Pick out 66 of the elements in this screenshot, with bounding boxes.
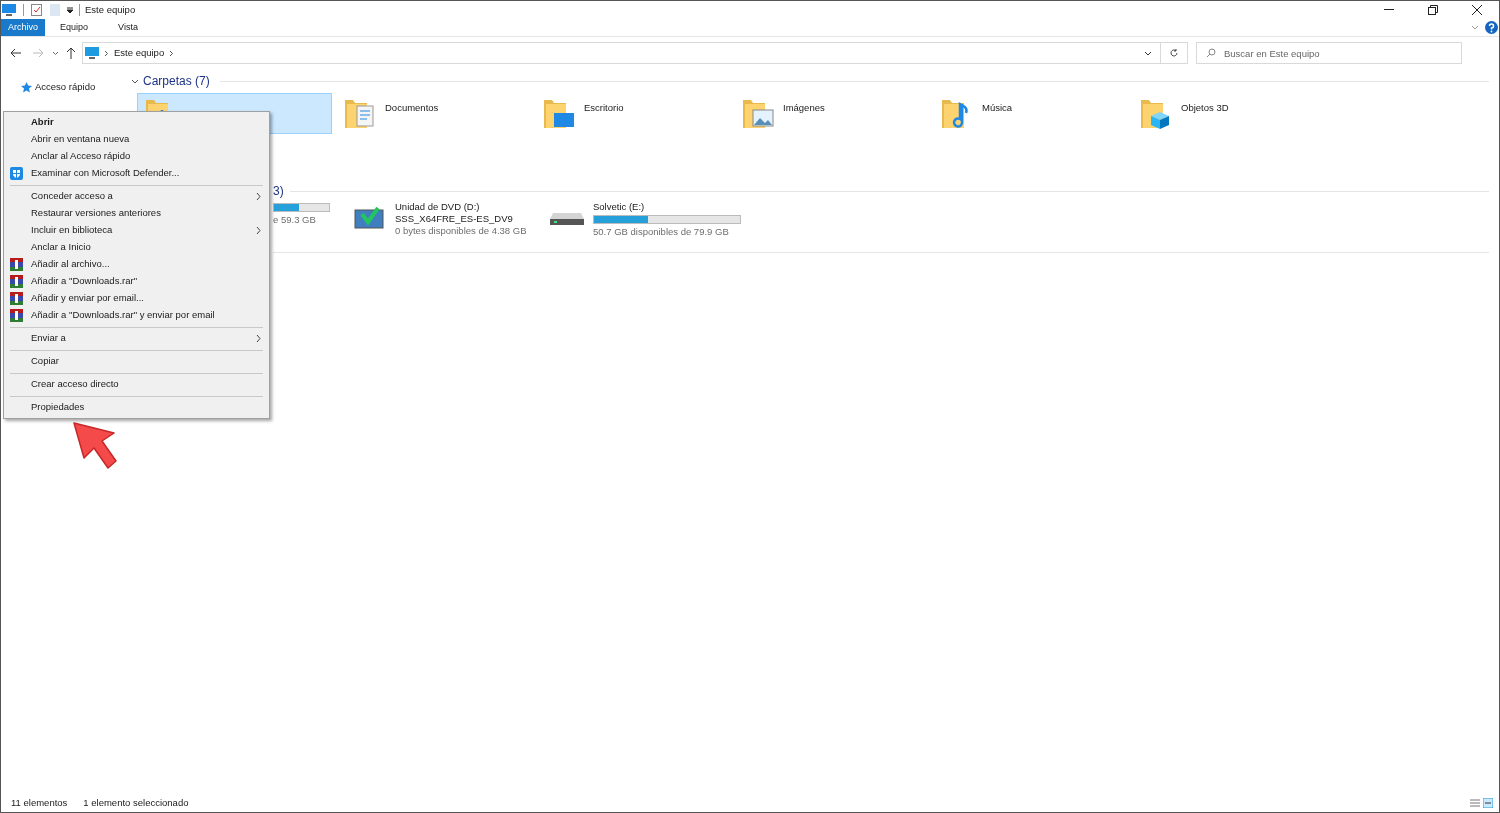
chevron-icon[interactable] (169, 49, 175, 57)
menu-item[interactable]: Anclar a Inicio (4, 239, 269, 256)
menu-item[interactable]: Examinar con Microsoft Defender... (4, 165, 269, 182)
sidebar-item[interactable]: Acceso rápido (1, 79, 131, 95)
help-icon[interactable] (1485, 21, 1498, 34)
menu-item[interactable]: Añadir y enviar por email... (4, 290, 269, 307)
menu-item[interactable]: Abrir (4, 114, 269, 131)
window-title: Este equipo (85, 2, 136, 17)
refresh-icon[interactable] (1169, 48, 1179, 58)
archive-books-icon (10, 292, 23, 305)
folder-tile[interactable]: Música (933, 93, 1128, 134)
computer-icon[interactable] (2, 4, 16, 16)
minimize-icon (1384, 9, 1394, 11)
menu-item[interactable]: Propiedades (4, 399, 269, 416)
computer-icon (85, 47, 99, 59)
search-field[interactable]: Buscar en Este equipo (1196, 42, 1462, 64)
restore-icon (1428, 5, 1438, 15)
drive-label: Solvetic (E:) (593, 201, 646, 213)
menu-item[interactable]: Añadir a "Downloads.rar" y enviar por email (4, 307, 269, 324)
back-arrow-icon[interactable] (10, 48, 22, 58)
archive-books-icon (10, 275, 23, 288)
menu-item[interactable]: Anclar al Acceso rápido (4, 148, 269, 165)
status-text: 11 elementos (11, 795, 68, 810)
drive-label: SSS_X64FRE_ES-ES_DV9 (395, 213, 514, 225)
ribbon-tab[interactable]: Equipo (45, 19, 104, 36)
recent-caret-icon[interactable] (52, 50, 59, 56)
folder-tile[interactable]: Documentos (336, 93, 531, 134)
capacity-text: 0 bytes disponibles de 4.38 GB (395, 225, 527, 237)
ribbon-tab[interactable]: Archivo (1, 19, 45, 36)
menu-item[interactable]: Conceder acceso a (4, 188, 269, 205)
star-icon (21, 81, 32, 93)
folder-tile[interactable]: Imágenes (734, 93, 929, 134)
ribbon-tab[interactable]: Vista (103, 19, 153, 36)
address-bar[interactable]: Este equipo (82, 42, 1188, 64)
menu-item[interactable]: Añadir a "Downloads.rar" (4, 273, 269, 290)
menu-item[interactable]: Copiar (4, 353, 269, 370)
folder-tile[interactable]: Escritorio (535, 93, 730, 134)
capacity-text: 50.7 GB disponibles de 79.9 GB (593, 226, 730, 238)
section-heading[interactable]: 3) (273, 182, 284, 200)
up-arrow-icon[interactable] (66, 47, 76, 59)
close-icon (1472, 5, 1482, 15)
tiles-view-icon[interactable] (1483, 798, 1493, 808)
collapse-caret-icon[interactable] (131, 78, 139, 84)
dropdown-caret-icon[interactable] (66, 6, 74, 14)
menu-item[interactable]: Añadir al archivo... (4, 256, 269, 273)
drive-label: Unidad de DVD (D:) (395, 201, 481, 213)
menu-item[interactable]: Crear acceso directo (4, 376, 269, 393)
archive-books-icon (10, 258, 23, 271)
archive-books-icon (10, 309, 23, 322)
dvd-drive-icon (354, 204, 384, 230)
status-text: 1 elemento seleccionado (83, 795, 189, 810)
properties-icon[interactable] (31, 4, 42, 16)
menu-item[interactable]: Incluir en biblioteca (4, 222, 269, 239)
folder-tile[interactable]: Objetos 3D (1132, 93, 1327, 134)
menu-item[interactable]: Abrir en ventana nueva (4, 131, 269, 148)
shield-icon (10, 167, 23, 180)
section-heading[interactable]: Carpetas (7) (143, 72, 210, 90)
pointer-arrow-drawing (71, 420, 119, 472)
breadcrumb[interactable]: Este equipo (114, 45, 165, 61)
menu-item[interactable]: Enviar a (4, 330, 269, 347)
search-icon (1206, 48, 1216, 58)
chevron-icon[interactable] (104, 49, 109, 57)
capacity-text: e 59.3 GB (273, 214, 317, 226)
menu-item[interactable]: Restaurar versiones anteriores (4, 205, 269, 222)
expand-ribbon-icon[interactable] (1471, 24, 1479, 31)
history-caret-icon[interactable] (1144, 50, 1152, 56)
